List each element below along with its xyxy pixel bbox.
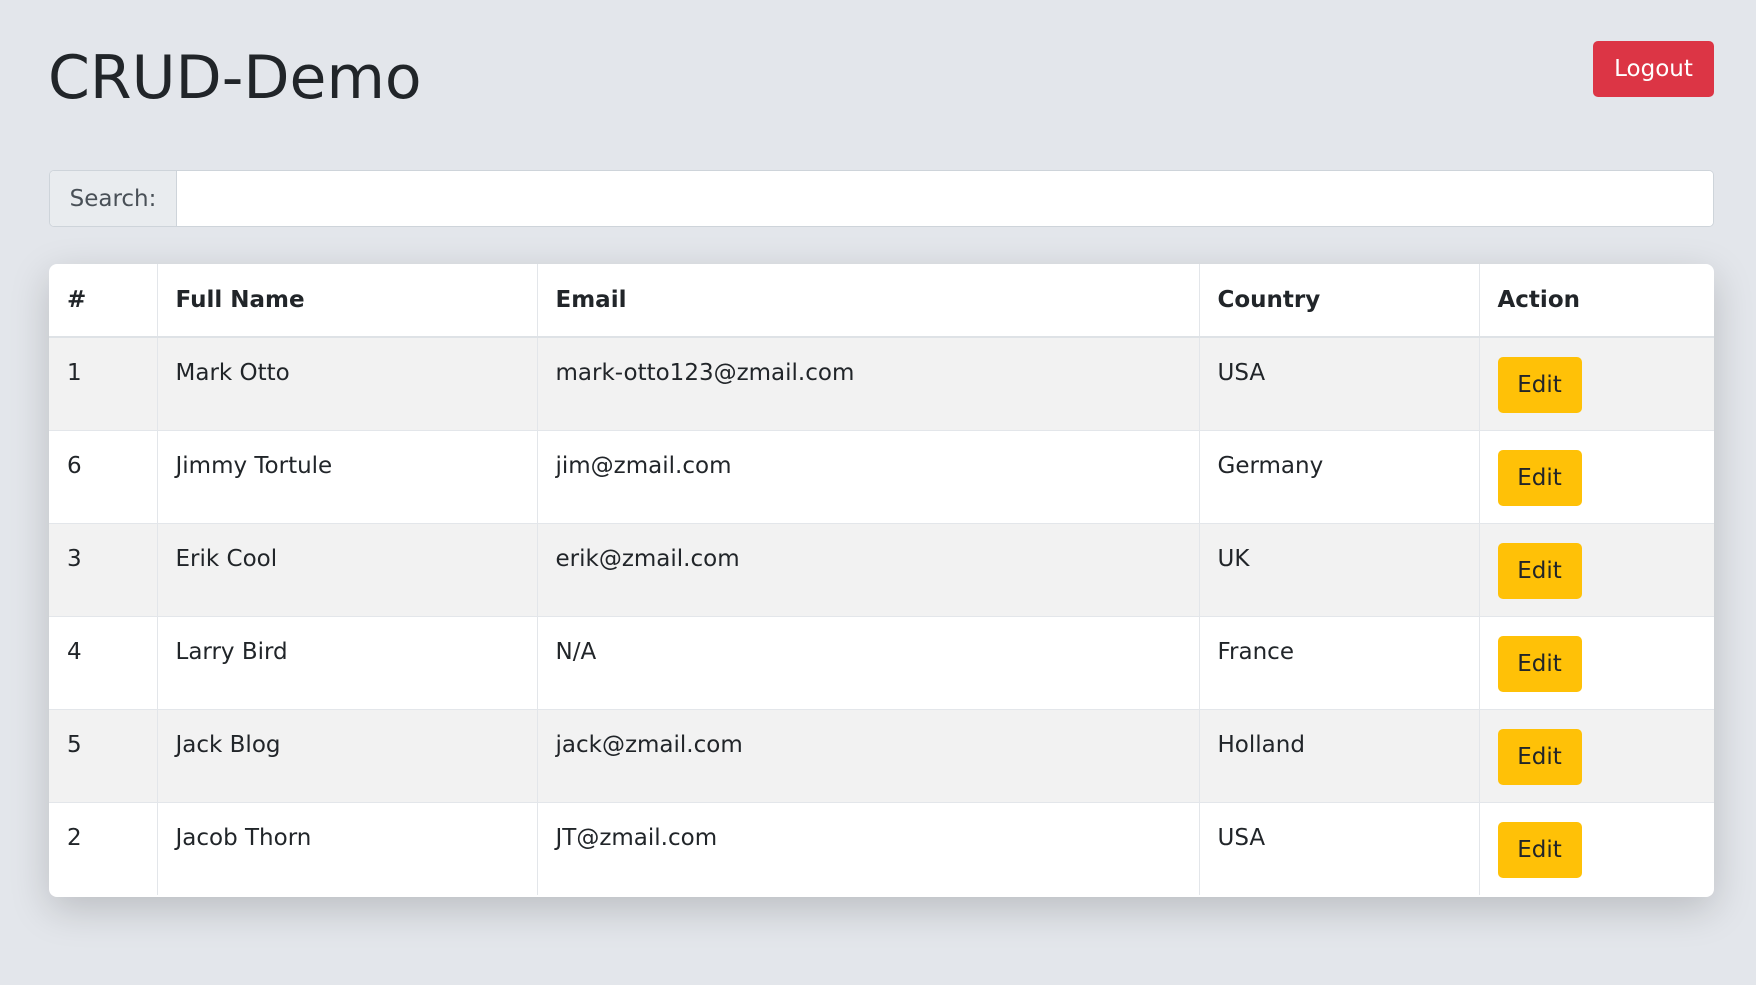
cell-action: Edit bbox=[1479, 337, 1714, 431]
edit-button[interactable]: Edit bbox=[1497, 542, 1582, 599]
search-group: Search: bbox=[49, 170, 1714, 227]
edit-button[interactable]: Edit bbox=[1497, 449, 1582, 506]
cell-email: jack@zmail.com bbox=[537, 709, 1200, 803]
cell-action: Edit bbox=[1479, 430, 1714, 524]
column-header-country: Country bbox=[1199, 264, 1480, 338]
page-title: CRUD-Demo bbox=[48, 43, 422, 113]
cell-full-name: Larry Bird bbox=[157, 616, 538, 710]
cell-full-name: Mark Otto bbox=[157, 337, 538, 431]
cell-country: USA bbox=[1199, 802, 1480, 895]
cell-id: 5 bbox=[49, 709, 158, 803]
edit-button[interactable]: Edit bbox=[1497, 635, 1582, 692]
cell-country: UK bbox=[1199, 523, 1480, 617]
cell-full-name: Jack Blog bbox=[157, 709, 538, 803]
cell-id: 6 bbox=[49, 430, 158, 524]
column-header-action: Action bbox=[1479, 264, 1714, 338]
table-row: 5 Jack Blog jack@zmail.com Holland Edit bbox=[49, 709, 1714, 803]
cell-email: mark-otto123@zmail.com bbox=[537, 337, 1200, 431]
cell-action: Edit bbox=[1479, 709, 1714, 803]
cell-action: Edit bbox=[1479, 523, 1714, 617]
table-row: 3 Erik Cool erik@zmail.com UK Edit bbox=[49, 523, 1714, 617]
search-label: Search: bbox=[50, 171, 177, 226]
edit-button[interactable]: Edit bbox=[1497, 357, 1582, 413]
cell-country: USA bbox=[1199, 337, 1480, 431]
column-header-email: Email bbox=[537, 264, 1200, 338]
cell-country: Germany bbox=[1199, 430, 1480, 524]
cell-email: erik@zmail.com bbox=[537, 523, 1200, 617]
cell-id: 3 bbox=[49, 523, 158, 617]
cell-full-name: Erik Cool bbox=[157, 523, 538, 617]
edit-button[interactable]: Edit bbox=[1497, 728, 1582, 785]
users-table: # Full Name Email Country Action 1 Mark … bbox=[49, 264, 1714, 895]
table-row: 1 Mark Otto mark-otto123@zmail.com USA E… bbox=[49, 337, 1714, 431]
cell-action: Edit bbox=[1479, 802, 1714, 895]
cell-full-name: Jacob Thorn bbox=[157, 802, 538, 895]
cell-country: Holland bbox=[1199, 709, 1480, 803]
cell-id: 1 bbox=[49, 337, 158, 431]
cell-country: France bbox=[1199, 616, 1480, 710]
page: CRUD-Demo Logout Search: # Full Name Ema… bbox=[0, 0, 1756, 985]
cell-id: 2 bbox=[49, 802, 158, 895]
cell-email: N/A bbox=[537, 616, 1200, 710]
cell-id: 4 bbox=[49, 616, 158, 710]
cell-action: Edit bbox=[1479, 616, 1714, 710]
table-row: 2 Jacob Thorn JT@zmail.com USA Edit bbox=[49, 802, 1714, 895]
table-row: 4 Larry Bird N/A France Edit bbox=[49, 616, 1714, 710]
cell-email: jim@zmail.com bbox=[537, 430, 1200, 524]
cell-full-name: Jimmy Tortule bbox=[157, 430, 538, 524]
logout-button[interactable]: Logout bbox=[1593, 41, 1714, 97]
column-header-number: # bbox=[49, 264, 158, 338]
search-input[interactable] bbox=[177, 171, 1713, 226]
column-header-full-name: Full Name bbox=[157, 264, 538, 338]
edit-button[interactable]: Edit bbox=[1497, 821, 1582, 878]
users-table-card: # Full Name Email Country Action 1 Mark … bbox=[49, 264, 1714, 897]
cell-email: JT@zmail.com bbox=[537, 802, 1200, 895]
table-row: 6 Jimmy Tortule jim@zmail.com Germany Ed… bbox=[49, 430, 1714, 524]
table-header-row: # Full Name Email Country Action bbox=[49, 264, 1714, 338]
